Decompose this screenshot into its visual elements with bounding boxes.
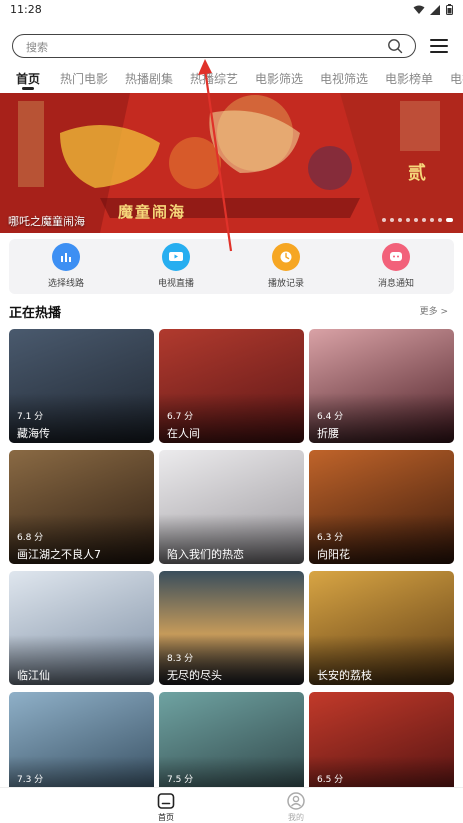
poster-rating: 6.3 分 [317, 533, 344, 543]
poster-title: 在人间 [167, 427, 200, 440]
section-title: 正在热播 [9, 306, 62, 321]
poster-card[interactable]: 6.8 分 画江湖之不良人7 [9, 450, 154, 564]
tab-indicator [22, 87, 34, 90]
poster-card[interactable]: 6.7 分 在人间 [159, 329, 304, 443]
poster-title: 临江仙 [17, 669, 50, 682]
menu-icon[interactable] [430, 38, 448, 54]
banner-title-number: 贰 [408, 163, 426, 184]
poster-rating: 7.5 分 [167, 775, 194, 785]
carousel-dot[interactable] [390, 218, 394, 222]
nav-profile-label: 我的 [288, 813, 304, 822]
carousel-indicator [382, 218, 453, 222]
poster-title: 陷入我们的热恋 [167, 548, 244, 561]
quick-action-route[interactable]: 选择线路 [21, 243, 111, 289]
poster-card[interactable]: 临江仙 [9, 571, 154, 685]
quick-action-history[interactable]: 播放记录 [241, 243, 331, 289]
poster-rating: 6.5 分 [317, 775, 344, 785]
quick-action-label: 播放记录 [267, 279, 304, 289]
poster-rating: 7.1 分 [17, 412, 44, 422]
search-input[interactable]: 搜索 [12, 34, 416, 58]
quick-action-label: 选择线路 [47, 279, 84, 289]
tab-movie-filter[interactable]: 电影筛选 [255, 70, 303, 87]
carousel-dot[interactable] [438, 218, 442, 222]
poster-title: 无尽的尽头 [167, 669, 222, 682]
carousel-dot[interactable] [414, 218, 418, 222]
tab-tv-filter[interactable]: 电视筛选 [320, 70, 368, 87]
poster-card[interactable]: 陷入我们的热恋 [159, 450, 304, 564]
tab-hot-series[interactable]: 热播剧集 [125, 70, 173, 87]
wifi-icon [413, 5, 425, 14]
tv-icon [162, 243, 190, 271]
poster-card[interactable]: 7.3 分 [9, 692, 154, 787]
carousel-dot-active[interactable] [446, 218, 453, 222]
poster-card[interactable]: 7.5 分 [159, 692, 304, 787]
poster-card[interactable]: 6.5 分 [309, 692, 454, 787]
poster-title: 向阳花 [317, 548, 350, 561]
poster-title: 折腰 [317, 427, 339, 440]
tab-hot-movies[interactable]: 热门电影 [60, 70, 108, 87]
poster-card[interactable]: 长安的荔枝 [309, 571, 454, 685]
carousel-dot[interactable] [382, 218, 386, 222]
tab-tv[interactable]: 电视 [450, 70, 463, 87]
tab-hot-variety[interactable]: 热播综艺 [190, 70, 238, 87]
tab-movie-ranking[interactable]: 电影榜单 [385, 70, 433, 87]
status-time: 11:28 [10, 3, 42, 16]
poster-rating: 6.4 分 [317, 412, 344, 422]
message-icon [382, 243, 410, 271]
battery-icon [446, 4, 453, 15]
poster-title: 藏海传 [17, 427, 50, 440]
category-tabs: 首页 热门电影 热播剧集 热播综艺 电影筛选 电视筛选 电影榜单 电视 [0, 67, 463, 91]
poster-rating: 6.7 分 [167, 412, 194, 422]
poster-card[interactable]: 7.1 分 藏海传 [9, 329, 154, 443]
banner-poster-image [0, 93, 463, 233]
status-icons [413, 4, 453, 15]
poster-card[interactable]: 6.4 分 折腰 [309, 329, 454, 443]
bottom-nav: 首页 我的 [0, 787, 463, 823]
poster-rating: 8.3 分 [167, 654, 194, 664]
banner-caption: 哪吒之魔童闹海 [8, 215, 85, 228]
section-more-link[interactable]: 更多 > [420, 304, 448, 317]
nav-profile[interactable]: 我的 [276, 791, 316, 823]
carousel-dot[interactable] [406, 218, 410, 222]
search-placeholder: 搜索 [26, 41, 48, 54]
quick-action-label: 电视直播 [157, 279, 194, 289]
home-icon [157, 793, 175, 809]
profile-icon [287, 792, 305, 810]
banner-title-art: 魔童闹海 [118, 203, 187, 221]
poster-rating: 7.3 分 [17, 775, 44, 785]
signal-icon [430, 4, 440, 15]
nav-home-label: 首页 [158, 813, 174, 822]
search-icon[interactable] [387, 38, 403, 54]
poster-rating: 6.8 分 [17, 533, 44, 543]
poster-title: 长安的荔枝 [317, 669, 372, 682]
carousel-dot[interactable] [398, 218, 402, 222]
quick-actions-panel: 选择线路 电视直播 播放记录 消息通知 [9, 239, 454, 294]
poster-card[interactable]: 8.3 分 无尽的尽头 [159, 571, 304, 685]
clock-icon [272, 243, 300, 271]
poster-grid: 7.1 分 藏海传 6.7 分 在人间 6.4 分 折腰 6.8 分 画江湖之不… [9, 329, 454, 787]
quick-action-tv[interactable]: 电视直播 [131, 243, 221, 289]
banner-carousel[interactable]: 魔童闹海 贰 哪吒之魔童闹海 [0, 93, 463, 233]
quick-action-messages[interactable]: 消息通知 [351, 243, 441, 289]
poster-title: 画江湖之不良人7 [17, 548, 101, 561]
carousel-dot[interactable] [430, 218, 434, 222]
carousel-dot[interactable] [422, 218, 426, 222]
poster-card[interactable]: 6.3 分 向阳花 [309, 450, 454, 564]
nav-home[interactable]: 首页 [146, 791, 186, 823]
tab-home[interactable]: 首页 [16, 70, 40, 87]
route-icon [52, 243, 80, 271]
quick-action-label: 消息通知 [377, 279, 414, 289]
status-bar: 11:28 [0, 0, 463, 22]
